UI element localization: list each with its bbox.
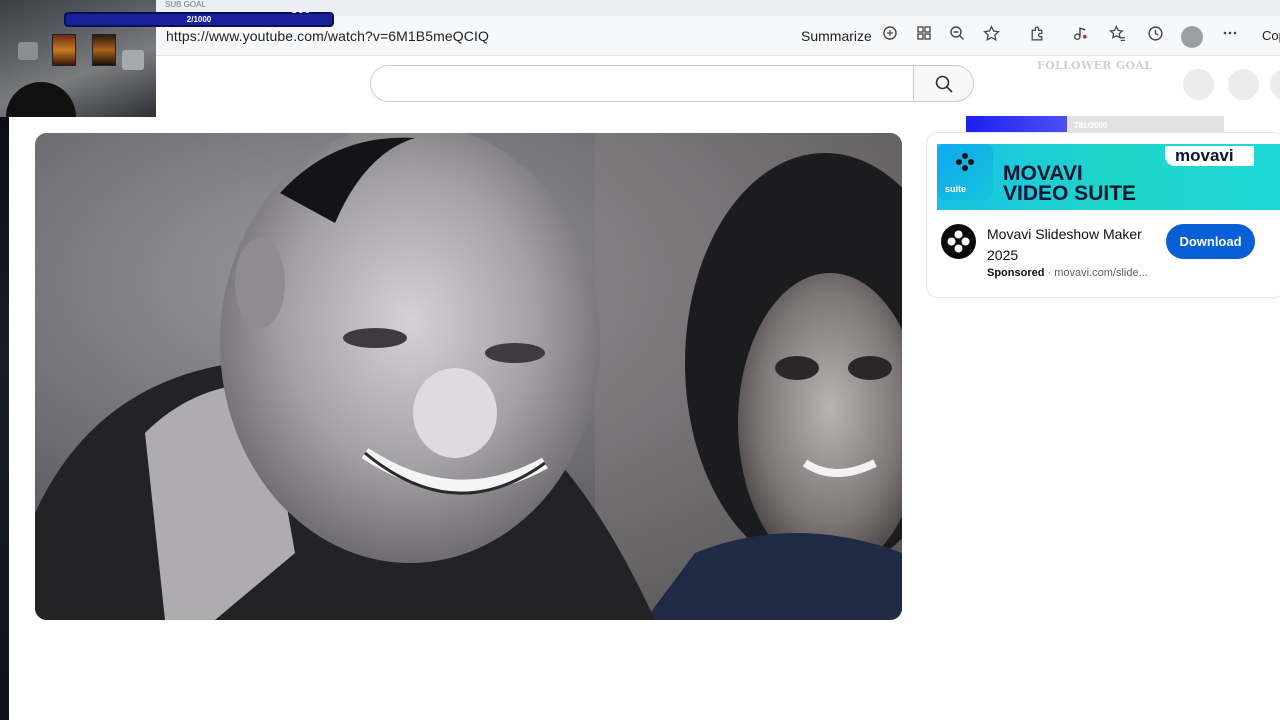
advertiser-icon[interactable] [941,224,976,259]
notifications-icon[interactable] [1228,69,1259,100]
avatar[interactable] [1270,69,1280,100]
follower-goal-progress: 781/2000 [1074,121,1108,130]
stream-edge-strip [0,117,9,720]
webcam-shelf [122,50,144,70]
search-input[interactable] [370,65,914,102]
ad-banner-brand: movavi [1165,146,1254,166]
reader-icon[interactable] [879,25,901,47]
history-icon[interactable] [1144,25,1166,47]
webcam-poster [52,34,76,66]
apps-icon[interactable] [913,25,935,47]
ad-more-icon[interactable]: ⋮ [1274,229,1280,250]
movavi-logo-icon: suite [937,144,993,200]
search-button[interactable] [913,65,974,102]
favorite-star-icon[interactable] [980,25,1002,47]
webcam-shelf [18,42,38,60]
ad-sponsored-line: Sponsored · movavi.com/slide... [987,267,1148,279]
ad-banner-line2: VIDEO SUITE [1003,182,1137,205]
sponsored-label: Sponsored [987,267,1045,279]
download-button[interactable]: Download [1166,224,1255,259]
ad-title[interactable]: Movavi Slideshow Maker 2025 [987,224,1147,266]
webcam-person [6,82,76,117]
ad-card[interactable]: suite MOVAVI VIDEO SUITE movavi Movavi S… [926,132,1280,298]
music-sync-icon[interactable] [1069,25,1091,47]
ad-banner-headline: MOVAVI VIDEO SUITE [1003,162,1137,205]
extensions-icon[interactable] [1026,25,1048,47]
goal-counter: 2 8 8 [292,6,310,15]
ad-banner[interactable]: suite MOVAVI VIDEO SUITE movavi [937,144,1280,210]
webcam-poster [92,34,116,66]
goal-title: SUB GOAL [165,0,206,9]
ad-domain: movavi.com/slide... [1054,267,1148,279]
favorites-icon[interactable] [1106,25,1128,47]
search-icon [935,75,953,93]
ad-logo-text: suite [945,184,967,194]
url-field[interactable]: https://www.youtube.com/watch?v=6M1B5meQ… [166,28,489,44]
video-frame [35,133,902,620]
screen: https://www.youtube.com/watch?v=6M1B5meQ… [0,0,1280,720]
profile-icon[interactable] [1181,26,1203,48]
create-icon[interactable] [1183,69,1214,100]
follower-goal-label: FOLLOWER GOAL [1037,59,1153,72]
ad-banner-line1: MOVAVI [1003,162,1083,185]
summarize-button[interactable]: Summarize [801,28,872,44]
zoom-out-icon[interactable] [946,25,968,47]
more-icon[interactable] [1219,25,1241,47]
sub-goal-progress: 2/1000 [186,15,212,24]
video-player[interactable] [35,133,902,620]
copilot-button[interactable]: Cop [1262,28,1280,43]
